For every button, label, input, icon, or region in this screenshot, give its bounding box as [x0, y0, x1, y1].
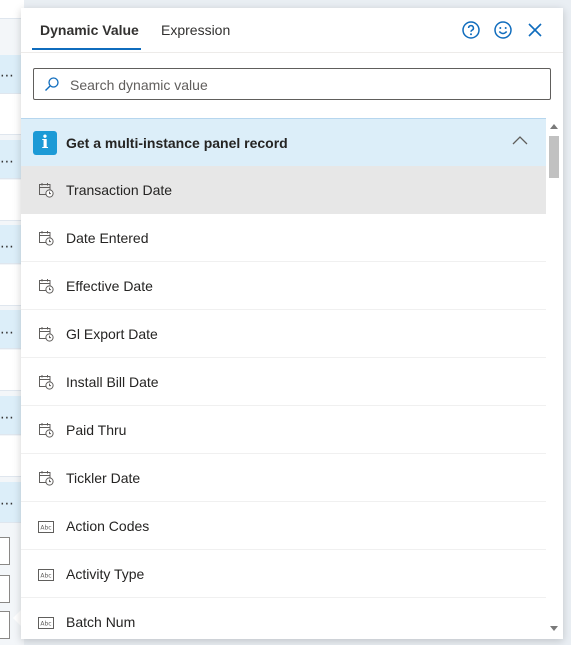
tab-bar: Dynamic Value Expression — [21, 8, 563, 53]
tab-dynamic-value[interactable]: Dynamic Value — [40, 22, 139, 38]
list-item[interactable]: Transaction Date — [21, 166, 546, 214]
more-options-icon[interactable]: ⋯ — [0, 68, 16, 82]
list-item-label: Date Entered — [66, 230, 149, 246]
list-item-label: Activity Type — [66, 566, 145, 582]
svg-text:Abc: Abc — [40, 573, 51, 580]
date-icon — [38, 182, 54, 203]
more-options-icon[interactable]: ⋯ — [0, 239, 16, 253]
list-item-label: Paid Thru — [66, 422, 127, 438]
list-item[interactable]: Tickler Date — [21, 454, 546, 502]
text-icon: Abc — [38, 616, 54, 634]
list-item-label: Action Codes — [66, 518, 150, 534]
dynamic-content-panel: Dynamic Value Expression i Get a multi-i… — [21, 8, 563, 639]
search-input[interactable] — [68, 69, 542, 101]
close-icon[interactable] — [525, 20, 545, 40]
scroll-thumb[interactable] — [549, 136, 559, 178]
list-item-label: Batch Num — [66, 614, 136, 630]
list-item[interactable]: Install Bill Date — [21, 358, 546, 406]
scroll-down-arrow-icon[interactable] — [550, 626, 558, 631]
list-item[interactable]: Effective Date — [21, 262, 546, 310]
list-item[interactable]: Abc Batch Num — [21, 598, 546, 639]
background-field[interactable] — [0, 611, 10, 639]
background-field[interactable] — [0, 575, 10, 603]
date-icon — [38, 470, 54, 491]
date-icon — [38, 326, 54, 347]
background-field[interactable] — [0, 537, 10, 565]
search-box — [33, 68, 551, 101]
more-options-icon[interactable]: ⋯ — [0, 496, 16, 510]
list-item-label: Gl Export Date — [66, 326, 158, 342]
date-icon — [38, 374, 54, 395]
list-item-label: Effective Date — [66, 278, 153, 294]
help-icon[interactable] — [461, 20, 481, 40]
list-item-label: Install Bill Date — [66, 374, 159, 390]
more-options-icon[interactable]: ⋯ — [0, 154, 16, 168]
chevron-up-icon[interactable] — [511, 134, 529, 148]
list-item[interactable]: Gl Export Date — [21, 310, 546, 358]
more-options-icon[interactable]: ⋯ — [0, 410, 16, 424]
active-tab-indicator — [32, 48, 141, 50]
svg-text:Abc: Abc — [40, 525, 51, 532]
list-item-label: Tickler Date — [66, 470, 141, 486]
list-item[interactable]: Abc Activity Type — [21, 550, 546, 598]
svg-text:Abc: Abc — [40, 621, 51, 628]
list-item-label: Transaction Date — [66, 182, 173, 198]
date-icon — [38, 230, 54, 251]
group-header[interactable]: i Get a multi-instance panel record — [21, 118, 546, 166]
list-item[interactable]: Date Entered — [21, 214, 546, 262]
list-item[interactable]: Paid Thru — [21, 406, 546, 454]
list-item[interactable]: Abc Action Codes — [21, 502, 546, 550]
date-icon — [38, 278, 54, 299]
search-icon — [45, 77, 59, 91]
scrollbar[interactable] — [546, 118, 563, 639]
date-icon — [38, 422, 54, 443]
group-title: Get a multi-instance panel record — [66, 135, 288, 151]
more-options-icon[interactable]: ⋯ — [0, 325, 16, 339]
text-icon: Abc — [38, 568, 54, 586]
info-icon: i — [33, 131, 57, 155]
text-icon: Abc — [38, 520, 54, 538]
tab-expression[interactable]: Expression — [161, 22, 230, 38]
scroll-up-arrow-icon[interactable] — [550, 124, 558, 129]
feedback-smiley-icon[interactable] — [493, 20, 513, 40]
